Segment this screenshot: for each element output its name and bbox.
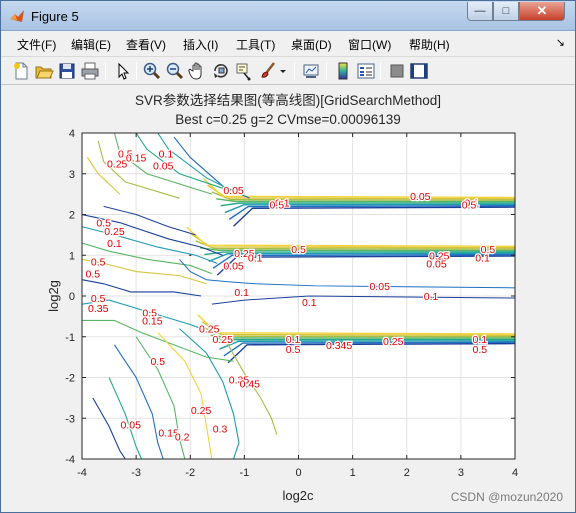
x-tick-label: -1 [239,467,249,479]
figure-window: Figure 5 — □ ✕ 文件(F) 编辑(E) 查看(V) 插入(I) 工… [0,0,576,513]
y-tick-label: 4 [69,128,75,140]
contour-plot[interactable]: -4 -3 -2 -1 0 1 2 3 4-4-3-2-1012340.50.250.15 0.1… [1,86,575,512]
contour-level-label: 0.05 [120,419,141,431]
contour-level-label: 0.345 [326,340,352,352]
contour-level-label: 0.35 [88,303,109,315]
zoom-out-icon[interactable] [165,61,185,81]
contour-level-label: 0.25 [213,334,234,346]
contour-level-label: 0.5 [150,356,165,368]
brush-dropdown-icon[interactable] [278,61,288,81]
contour-level-label: 0.05 [223,260,244,272]
menu-insert[interactable]: 插入(I) [183,36,218,53]
hide-plot-tools-icon[interactable] [387,61,407,81]
close-button[interactable]: ✕ [519,2,565,21]
title-bar[interactable]: Figure 5 — □ ✕ [1,1,575,31]
legend-icon[interactable] [356,61,376,81]
contour-level-label: 0.5 [291,244,306,256]
y-tick-label: 1 [69,250,75,262]
menu-view[interactable]: 查看(V) [126,36,166,53]
contour-level-label: 0.1 [159,148,174,160]
contour-level-label: 0.3 [213,423,228,435]
contour-level-label: 0.05 [426,258,447,270]
y-tick-label: 3 [69,169,75,181]
x-tick-label: -2 [185,467,195,479]
y-tick-label: -4 [65,454,75,466]
contour-level-label: 0.15 [142,315,163,327]
contour-level-label: 0.5 [462,199,477,211]
contour-level-label: 0.5 [91,256,106,268]
open-file-icon[interactable] [34,61,54,81]
minimize-button[interactable]: — [467,2,493,21]
x-tick-label: -4 [77,467,87,479]
x-tick-label: 4 [512,467,518,479]
contour-level-label: 0.1 [302,297,317,309]
y-tick-label: 2 [69,210,75,222]
x-tick-label: 1 [350,467,356,479]
y-tick-label: -3 [65,413,75,425]
y-axis-label: log2g [46,280,61,312]
contour-level-label: 0.25 [191,405,212,417]
contour-level-label: 0.05 [410,191,431,203]
contour-level-label: 0.25 [383,336,404,348]
window-title: Figure 5 [31,9,79,24]
y-tick-label: -1 [65,332,75,344]
dock-arrow-icon[interactable]: ↘ [556,36,565,49]
menu-desktop[interactable]: 桌面(D) [291,36,332,53]
y-tick-label: -2 [65,373,75,385]
matlab-logo-icon [10,10,24,22]
contour-level-label: 0.1 [234,287,249,299]
figure-canvas[interactable]: -4 -3 -2 -1 0 1 2 3 4 -4 -3 -2 -1 0 1 2 3 4 0.5 0.25 0.15 0.1… [1,86,575,512]
toolbar [1,56,575,85]
contour-level-label: 0.15 [126,152,147,164]
contour-level-label: 0.5 [86,269,101,281]
menu-edit[interactable]: 编辑(E) [71,36,111,53]
contour-level-label: 0.1 [107,238,122,250]
data-cursor-icon[interactable] [234,61,254,81]
contour-level-label: 0.1 [424,291,439,303]
link-plot-icon[interactable] [301,61,321,81]
menu-bar: 文件(F) 编辑(E) 查看(V) 插入(I) 工具(T) 桌面(D) 窗口(W… [1,31,575,55]
pan-hand-icon[interactable] [188,61,208,81]
contour-level-label: 0.05 [223,185,244,197]
contour-level-label: 0.05 [369,281,390,293]
plot-title: SVR参数选择结果图(等高线图)[GridSearchMethod] [135,92,441,108]
x-tick-label: 2 [404,467,410,479]
show-plot-tools-icon[interactable] [409,61,429,81]
x-tick-label: -3 [131,467,141,479]
zoom-in-icon[interactable] [142,61,162,81]
save-icon[interactable] [57,61,77,81]
x-tick-label: 3 [458,467,464,479]
menu-tools[interactable]: 工具(T) [236,36,275,53]
contour-level-label: 0.1 [248,252,263,264]
watermark: CSDN @mozun2020 [451,490,564,504]
rotate-3d-icon[interactable] [211,61,231,81]
menu-window[interactable]: 窗口(W) [348,36,391,53]
x-tick-label: 0 [295,467,301,479]
new-figure-icon[interactable] [11,61,31,81]
brush-icon[interactable] [258,61,278,81]
y-tick-label: 0 [69,291,75,303]
contour-level-label: 0.05 [153,161,174,173]
contour-level-label: 0.25 [104,226,125,238]
contour-level-label: 0.45 [240,379,261,391]
contour-level-label: 0.5 [481,244,496,256]
contour-level-label: 0.2 [175,432,190,444]
contour-level-label: 0.5 [270,199,285,211]
menu-help[interactable]: 帮助(H) [409,36,450,53]
colorbar-icon[interactable] [333,61,353,81]
contour-level-label: 0.5 [473,344,488,356]
select-arrow-icon[interactable] [113,61,133,81]
maximize-button[interactable]: □ [493,2,519,21]
contour-level-label: 0.5 [286,344,301,356]
contour-level-label: 0.25 [107,159,128,171]
x-axis-label: log2c [282,488,314,503]
menu-file[interactable]: 文件(F) [17,36,56,53]
print-icon[interactable] [80,61,100,81]
plot-subtitle: Best c=0.25 g=2 CVmse=0.00096139 [175,112,401,127]
